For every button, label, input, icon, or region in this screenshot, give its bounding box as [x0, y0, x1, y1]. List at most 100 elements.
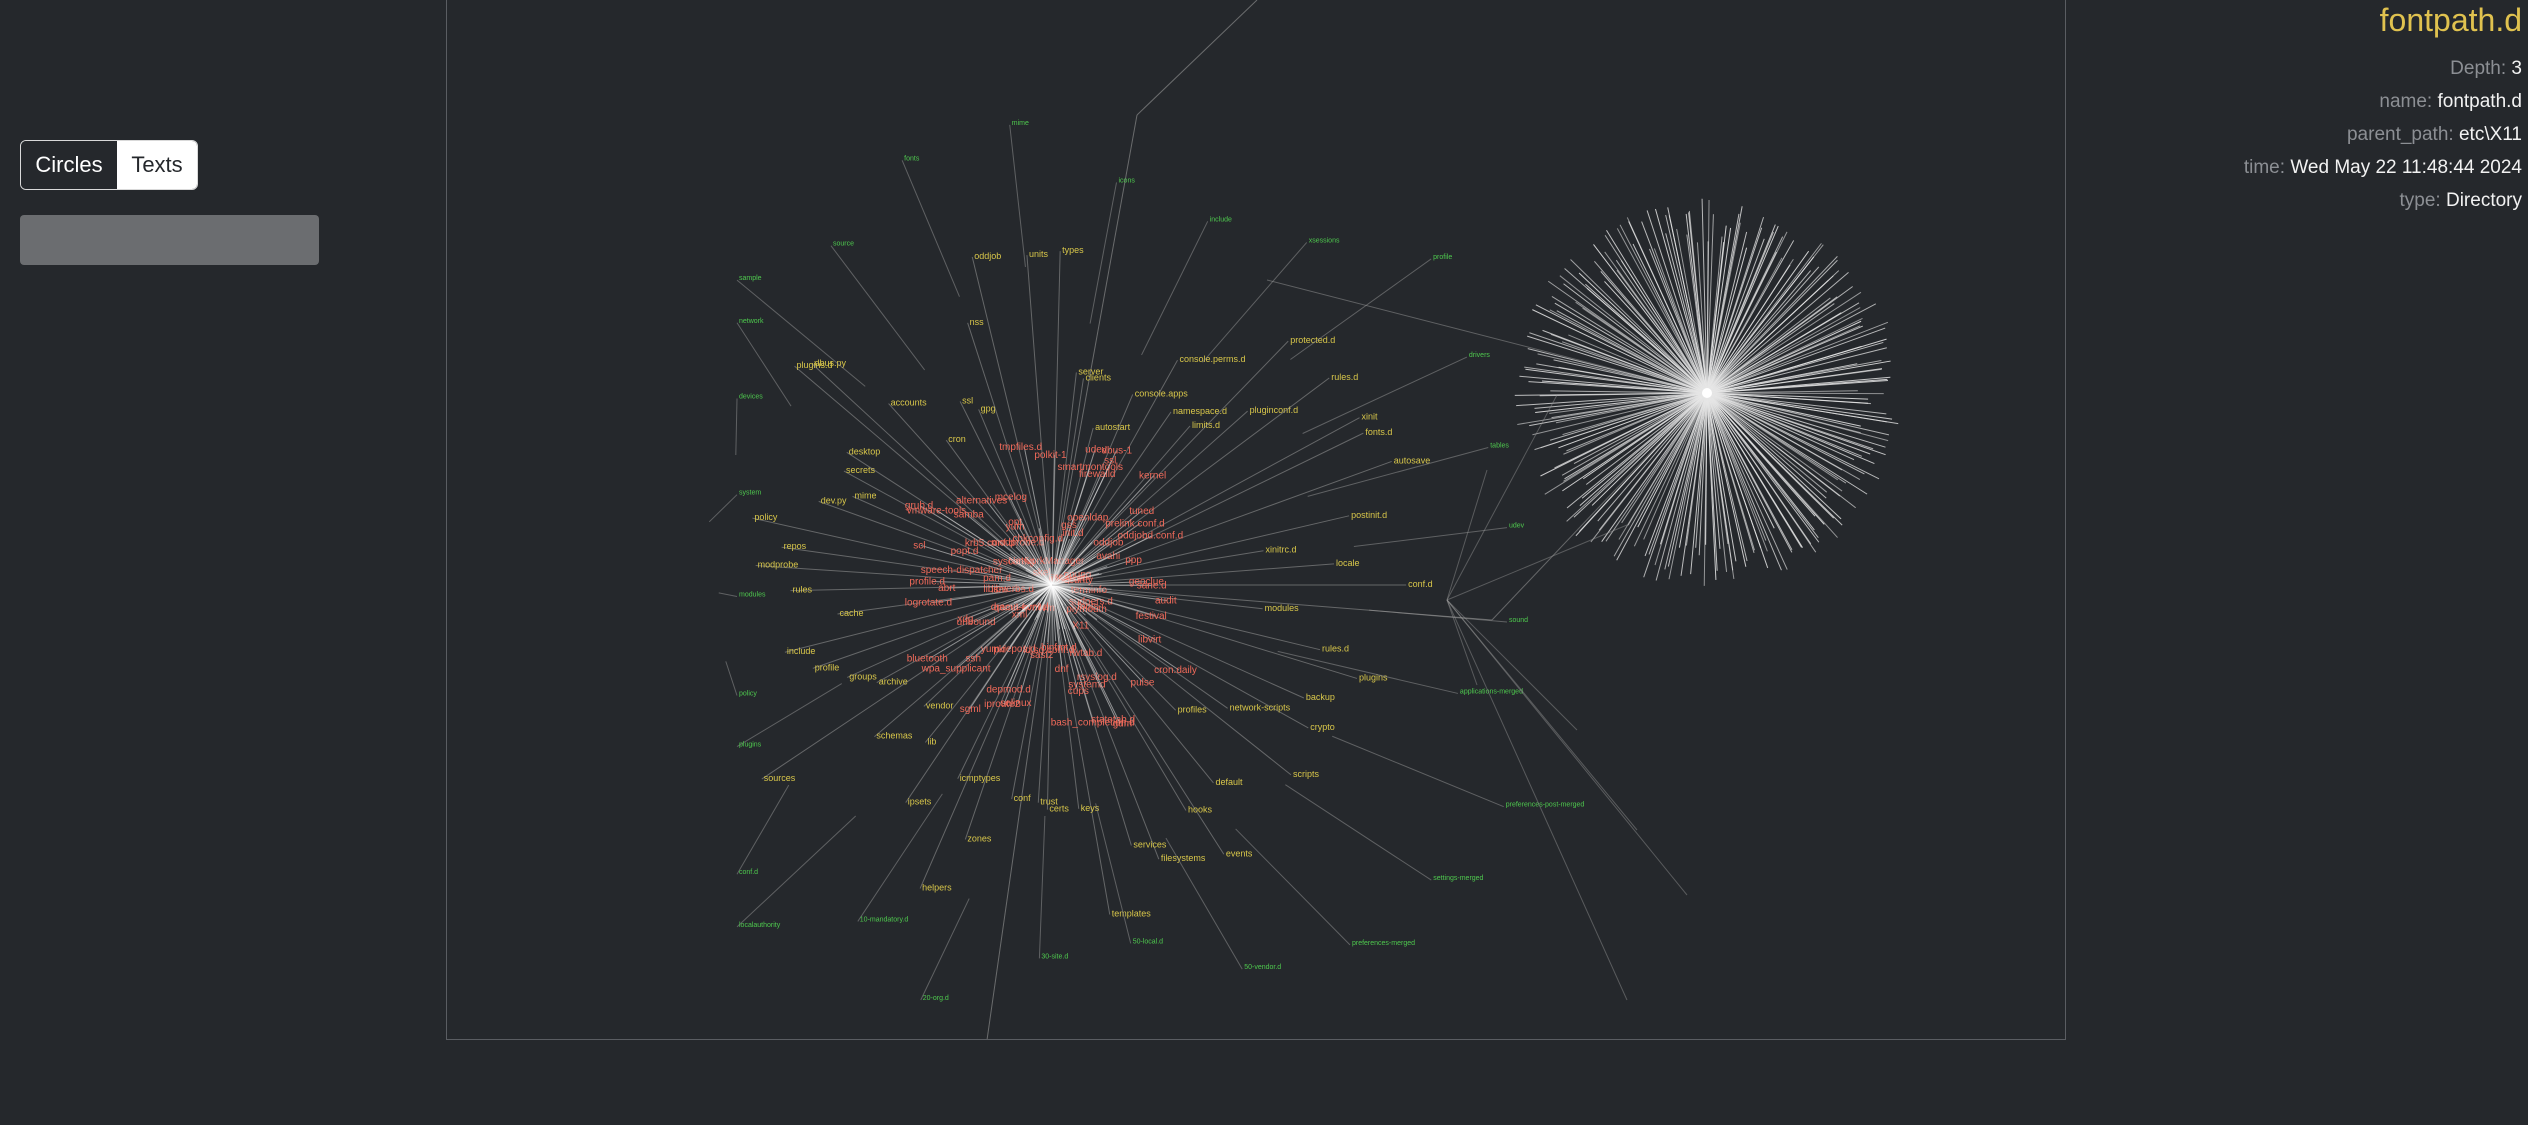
node-label[interactable]: xsessions — [1309, 237, 1340, 244]
node-label[interactable]: cron — [948, 434, 966, 444]
node-label[interactable]: lib — [927, 736, 936, 746]
node-label[interactable]: events — [1226, 848, 1253, 858]
node-label[interactable]: bluetooth — [907, 654, 948, 665]
node-label[interactable]: network-scripts — [1230, 702, 1291, 712]
node-label[interactable]: filesystems — [1161, 853, 1206, 863]
node-label[interactable]: network — [739, 318, 764, 325]
node-label[interactable]: system — [739, 490, 761, 497]
node-label[interactable]: 30-site.d — [1041, 953, 1068, 960]
node-label[interactable]: pulse — [1131, 677, 1155, 688]
node-label[interactable]: zones — [967, 833, 992, 843]
directory-graph-canvas[interactable]: conf.d modules rules.d plugins backup crypto n… — [446, 0, 2066, 1040]
node-label[interactable]: libvirt — [1138, 635, 1162, 646]
node-label[interactable]: trust — [1040, 797, 1058, 807]
node-label[interactable]: conf.d — [1408, 579, 1433, 589]
node-label[interactable]: postinit.d — [1351, 510, 1387, 520]
node-label[interactable]: depmod.d — [986, 685, 1030, 696]
node-label[interactable]: ipsets — [908, 797, 932, 807]
node-label[interactable]: rules — [792, 585, 812, 595]
node-label[interactable]: schemas — [876, 731, 913, 741]
node-label[interactable]: fonts.d — [1365, 427, 1392, 437]
node-label[interactable]: preferences-merged — [1352, 940, 1415, 947]
node-label[interactable]: include — [1210, 216, 1232, 223]
selected-node[interactable] — [1702, 388, 1712, 398]
node-label[interactable]: modprobe — [758, 560, 799, 570]
node-label[interactable]: devices — [739, 393, 763, 400]
node-label[interactable]: geoclue — [1129, 577, 1164, 588]
node-label[interactable]: gpg — [981, 403, 996, 413]
node-label[interactable]: cups — [1068, 686, 1089, 697]
node-label[interactable]: profile — [1433, 254, 1452, 261]
node-label[interactable]: chkconfig.d — [1012, 534, 1063, 545]
node-label[interactable]: policy — [754, 512, 778, 522]
node-label[interactable]: audit — [1155, 596, 1177, 607]
node-label[interactable]: ssl — [1104, 456, 1116, 467]
node-label[interactable]: vendor — [926, 700, 954, 710]
node-label[interactable]: profile — [815, 662, 840, 672]
node-label[interactable]: hooks — [1188, 805, 1213, 815]
node-label[interactable]: preferences-post-merged — [1506, 802, 1585, 809]
node-label[interactable]: crypto — [1310, 722, 1335, 732]
node-label[interactable]: conf.d — [739, 869, 758, 876]
node-label[interactable]: source — [833, 241, 854, 248]
node-label[interactable]: 10-mandatory.d — [860, 916, 909, 923]
node-label[interactable]: 50-local.d — [1133, 938, 1163, 945]
node-label[interactable]: modules — [739, 591, 766, 598]
node-label[interactable]: rules.d — [1322, 644, 1349, 654]
node-label[interactable]: autosave — [1394, 455, 1431, 465]
node-label[interactable]: samba — [954, 509, 984, 520]
node-label[interactable]: applications-merged — [1460, 688, 1523, 695]
node-label[interactable]: drivers — [1469, 352, 1491, 359]
node-label[interactable]: ssl — [962, 395, 973, 405]
node-label[interactable]: groups — [849, 671, 877, 681]
node-label[interactable]: limits.d — [1192, 420, 1220, 430]
node-label[interactable]: scl — [913, 540, 925, 551]
node-label[interactable]: mime — [855, 490, 877, 500]
node-label[interactable]: console.perms.d — [1180, 354, 1246, 364]
node-label[interactable]: tables — [1490, 442, 1509, 449]
node-label[interactable]: tuned — [1129, 506, 1154, 517]
node-label[interactable]: archive — [879, 677, 908, 687]
node-label[interactable]: settings-merged — [1433, 875, 1483, 882]
node-label[interactable]: prelink.conf.d — [1105, 518, 1164, 529]
node-label[interactable]: binfmt.d — [1041, 642, 1077, 653]
node-label[interactable]: scripts — [1293, 769, 1320, 779]
node-label[interactable]: sound — [1509, 617, 1528, 624]
node-label[interactable]: icmptypes — [960, 773, 1001, 783]
node-label[interactable]: secrets — [846, 465, 876, 475]
node-label[interactable]: sample — [739, 275, 762, 282]
node-label[interactable]: autostart — [1095, 422, 1131, 432]
node-label[interactable]: mcelog — [995, 492, 1027, 503]
node-label[interactable]: mime — [1012, 120, 1029, 127]
graph-svg[interactable]: conf.d modules rules.d plugins backup crypto n… — [447, 0, 2066, 1040]
node-label[interactable]: profiles — [1178, 704, 1208, 714]
node-label[interactable]: sgml — [960, 704, 981, 715]
node-label[interactable]: wpa_supplicant — [921, 664, 991, 675]
node-label[interactable]: cache — [840, 608, 864, 618]
node-label[interactable]: plugins — [739, 742, 762, 749]
node-label[interactable]: abrt — [938, 583, 955, 594]
node-label[interactable]: oddjob — [974, 251, 1001, 261]
node-label[interactable]: services — [1133, 840, 1167, 850]
node-label[interactable]: iproute2 — [984, 699, 1021, 710]
search-input[interactable] — [20, 215, 319, 265]
node-label[interactable]: repos — [784, 541, 807, 551]
node-label[interactable]: ppp — [1125, 555, 1142, 566]
node-label[interactable]: festival — [1136, 611, 1167, 622]
node-label[interactable]: rules.d — [1331, 372, 1358, 382]
node-label[interactable]: locale — [1336, 558, 1360, 568]
node-label[interactable]: cron.daily — [1154, 665, 1197, 676]
node-label[interactable]: dev.py — [821, 495, 847, 505]
node-label[interactable]: nss — [970, 317, 985, 327]
node-label[interactable]: icons — [1119, 177, 1136, 184]
node-label[interactable]: xinit — [1362, 412, 1379, 422]
node-label[interactable]: localauthority — [739, 922, 781, 929]
node-label[interactable]: templates — [1112, 909, 1152, 919]
node-label[interactable]: xinitrc.d — [1265, 545, 1296, 555]
node-label[interactable]: units — [1029, 249, 1049, 259]
node-label[interactable]: fonts — [904, 155, 920, 162]
node-label[interactable]: accounts — [891, 398, 928, 408]
node-label[interactable]: oddjobd.conf.d — [1118, 531, 1184, 542]
node-label[interactable]: tmpfiles.d — [999, 442, 1042, 453]
node-label[interactable]: policy — [739, 690, 757, 697]
